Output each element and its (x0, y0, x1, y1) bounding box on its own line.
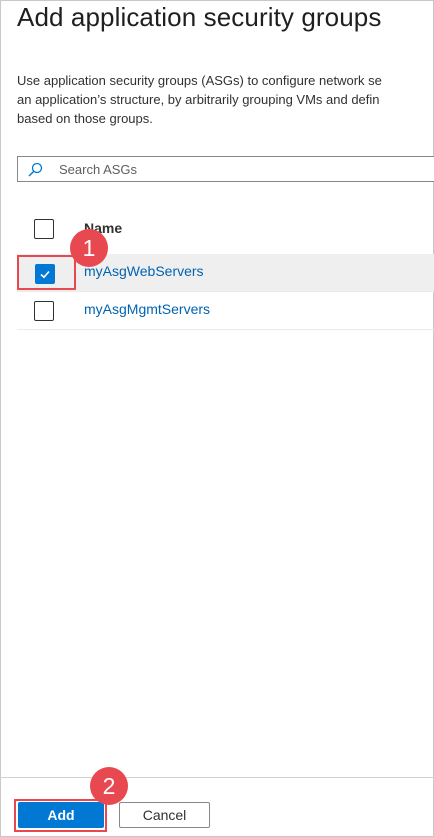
select-all-checkbox[interactable] (34, 219, 54, 239)
row-checkbox[interactable] (34, 301, 54, 321)
row-divider (17, 329, 434, 330)
highlight-box-step1 (17, 255, 76, 290)
description-line: based on those groups. (17, 111, 153, 126)
description-line: Use application security groups (ASGs) t… (17, 73, 382, 88)
cancel-button[interactable]: Cancel (119, 802, 210, 828)
step-badge-1: 1 (70, 229, 108, 267)
asg-link[interactable]: myAsgMgmtServers (84, 301, 210, 317)
step-badge-2: 2 (90, 767, 128, 805)
search-input[interactable]: Search ASGs (17, 156, 434, 182)
table-row[interactable]: myAsgMgmtServers (17, 292, 434, 329)
highlight-box-step2 (14, 799, 107, 832)
search-icon (27, 162, 43, 178)
description-line: an application’s structure, by arbitrari… (17, 92, 380, 107)
footer-divider (0, 777, 434, 778)
asg-link[interactable]: myAsgWebServers (84, 263, 204, 279)
panel-description: Use application security groups (ASGs) t… (17, 71, 434, 128)
search-placeholder: Search ASGs (59, 162, 138, 177)
panel-title: Add application security groups (17, 2, 382, 32)
